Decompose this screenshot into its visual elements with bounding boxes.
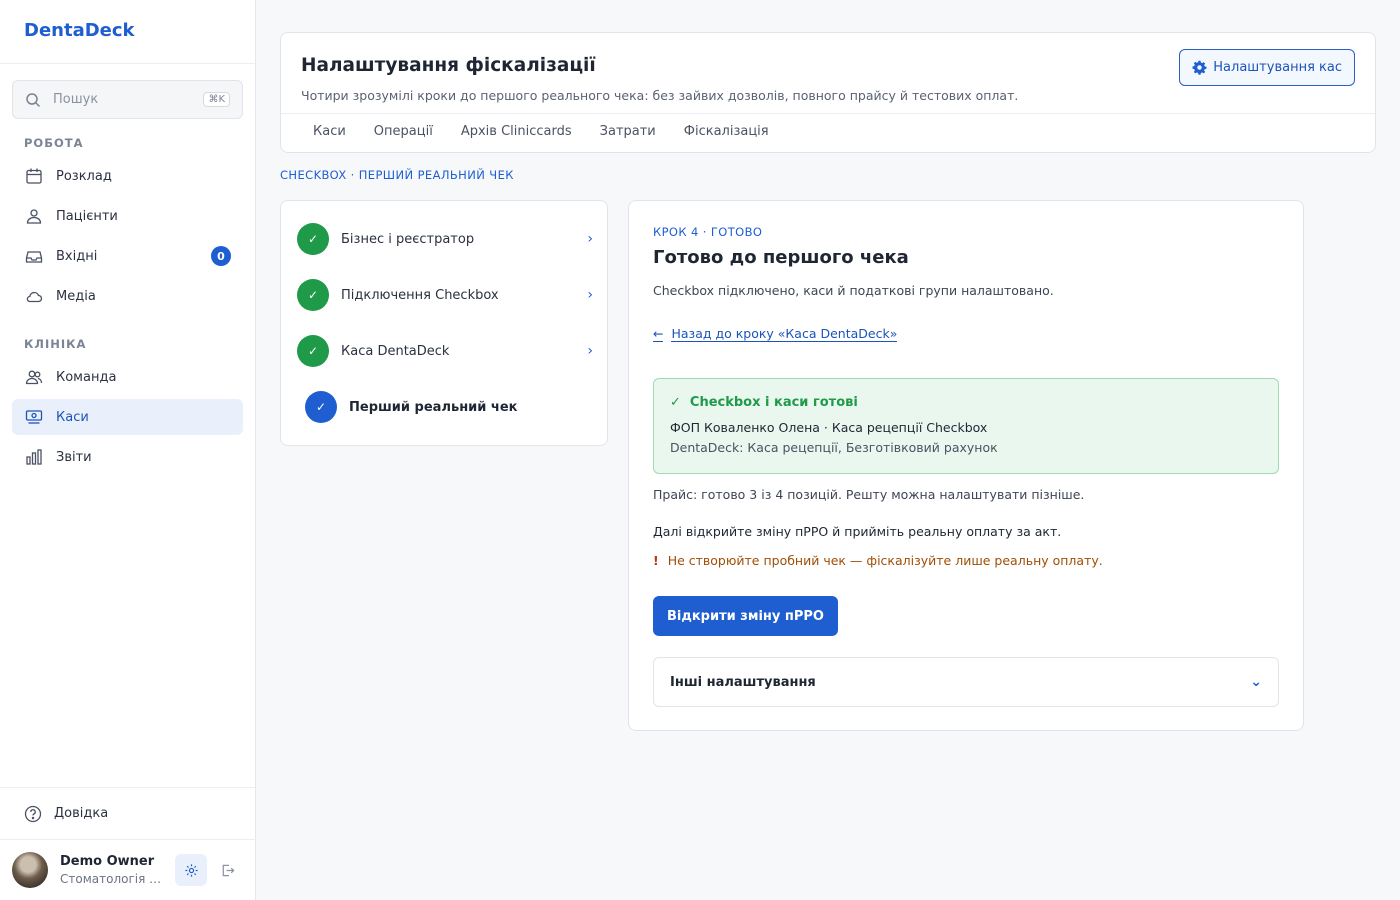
logout-icon (220, 863, 235, 878)
step-label: Підключення Checkbox (341, 287, 499, 303)
tab-cash-registers[interactable]: Каси (299, 114, 360, 153)
gear-icon (184, 863, 199, 878)
help-label: Довідка (54, 806, 109, 821)
user-org: Стоматологія П... (60, 872, 168, 886)
breadcrumb: CHECKBOX · ПЕРШИЙ РЕАЛЬНИЙ ЧЕК (280, 168, 514, 182)
step-first-real-receipt[interactable]: ✓ Перший реальний чек (305, 391, 605, 423)
chevron-right-icon: › (587, 287, 593, 303)
step-label: Каса DentaDeck (341, 343, 450, 359)
logout-button[interactable] (211, 854, 243, 886)
sidebar-item-team[interactable]: Команда (12, 359, 243, 395)
chevron-right-icon: › (587, 231, 593, 247)
step-detail-panel: КРОК 4 · ГОТОВО Готово до першого чека C… (628, 200, 1304, 731)
steps-panel: ✓ Бізнес і реєстратор › ✓ Підключення Ch… (280, 200, 608, 446)
sidebar-item-label: Звіти (56, 449, 92, 465)
step-label: Перший реальний чек (349, 399, 518, 415)
sidebar-item-label: Команда (56, 369, 117, 385)
help-icon (24, 805, 42, 823)
sidebar-item-patients[interactable]: Пацієнти (12, 198, 243, 234)
step-business-registrar[interactable]: ✓ Бізнес і реєстратор › (297, 223, 597, 255)
step-dentadeck-register[interactable]: ✓ Каса DentaDeck › (297, 335, 597, 367)
price-note: Прайс: готово 3 із 4 позицій. Решту можн… (653, 487, 1085, 502)
check-icon: ✓ (297, 279, 329, 311)
page-header: Налаштування фіскалізації Чотири зрозумі… (280, 32, 1376, 153)
other-settings-accordion[interactable]: Інші налаштування ⌄ (653, 657, 1279, 707)
check-icon: ✓ (297, 335, 329, 367)
step-description: Checkbox підключено, каси й податкові гр… (653, 283, 1054, 298)
chevron-right-icon: › (587, 343, 593, 359)
team-icon (24, 367, 44, 387)
next-step-note: Далі відкрийте зміну пРРО й прийміть реа… (653, 524, 1062, 539)
arrow-left-icon: ← (653, 326, 664, 342)
section-title-work: РОБОТА (24, 136, 84, 150)
bar-chart-icon (24, 447, 44, 467)
calendar-icon (24, 166, 44, 186)
sidebar-item-label: Медіа (56, 288, 96, 304)
status-success-box: ✓ Checkbox і каси готові ФОП Коваленко О… (653, 378, 1279, 474)
step-checkbox-connection[interactable]: ✓ Підключення Checkbox › (297, 279, 597, 311)
inbox-count-badge: 0 (211, 246, 231, 266)
sidebar-item-label: Пацієнти (56, 208, 118, 224)
warning-icon: ! (653, 553, 659, 568)
check-icon: ✓ (670, 395, 681, 410)
search-shortcut: ⌘K (203, 92, 230, 107)
status-title: Checkbox і каси готові (689, 395, 858, 410)
step-label: Бізнес і реєстратор (341, 231, 475, 247)
chevron-down-icon: ⌄ (1250, 674, 1262, 690)
help-link[interactable]: Довідка (0, 787, 256, 839)
sidebar-item-label: Вхідні (56, 248, 98, 264)
tab-operations[interactable]: Операції (360, 114, 447, 153)
search-input[interactable]: Пошук ⌘K (12, 80, 243, 119)
tab-expenses[interactable]: Затрати (586, 114, 670, 153)
section-title-clinic: КЛІНІКА (24, 337, 87, 351)
user-settings-button[interactable] (175, 854, 207, 886)
sidebar-item-reports[interactable]: Звіти (12, 439, 243, 475)
cloud-icon (24, 286, 44, 306)
users-icon (24, 206, 44, 226)
sidebar-item-label: Каси (56, 409, 89, 425)
sidebar-item-schedule[interactable]: Розклад (12, 158, 243, 194)
tab-cliniccards-archive[interactable]: Архів Cliniccards (447, 114, 586, 153)
sidebar-item-label: Розклад (56, 168, 112, 184)
page-title: Налаштування фіскалізації (301, 55, 596, 76)
check-icon: ✓ (305, 391, 337, 423)
step-indicator: КРОК 4 · ГОТОВО (653, 225, 763, 239)
user-name: Demo Owner (60, 854, 155, 869)
warning-text: Не створюйте пробний чек — фіскалізуйте … (667, 553, 1103, 568)
check-icon: ✓ (297, 223, 329, 255)
app-logo[interactable]: DentaDeck (0, 0, 255, 64)
cash-settings-label: Налаштування кас (1213, 60, 1342, 75)
back-link[interactable]: ← Назад до кроку «Каса DentaDeck» (653, 326, 898, 342)
cash-settings-button[interactable]: Налаштування кас (1179, 49, 1355, 86)
search-icon (25, 92, 41, 108)
step-title: Готово до першого чека (653, 247, 909, 268)
status-line-registers: DentaDeck: Каса рецепції, Безготівковий … (670, 440, 998, 455)
gear-icon (1192, 60, 1207, 75)
back-link-label: Назад до кроку «Каса DentaDeck» (671, 326, 898, 342)
warning-note: ! Не створюйте пробний чек — фіскалізуйт… (653, 553, 1103, 568)
accordion-label: Інші налаштування (670, 674, 816, 690)
avatar[interactable] (12, 852, 48, 888)
sidebar-item-cash-registers[interactable]: Каси (12, 399, 243, 435)
sidebar-item-inbox[interactable]: Вхідні 0 (12, 238, 243, 274)
inbox-icon (24, 246, 44, 266)
open-shift-button[interactable]: Відкрити зміну пРРО (653, 596, 838, 636)
sidebar-item-media[interactable]: Медіа (12, 278, 243, 314)
user-panel: Demo Owner Стоматологія П... (0, 839, 256, 900)
tab-fiscalization[interactable]: Фіскалізація (670, 114, 783, 153)
status-line-merchant: ФОП Коваленко Олена · Каса рецепції Chec… (670, 420, 988, 435)
search-placeholder: Пошук (53, 92, 99, 107)
sidebar: DentaDeck Пошук ⌘K РОБОТА Розклад Пацієн… (0, 0, 256, 900)
tab-bar: Каси Операції Архів Cliniccards Затрати … (281, 113, 1375, 153)
page-subtitle: Чотири зрозумілі кроки до першого реальн… (301, 88, 1019, 103)
cash-register-icon (24, 407, 44, 427)
